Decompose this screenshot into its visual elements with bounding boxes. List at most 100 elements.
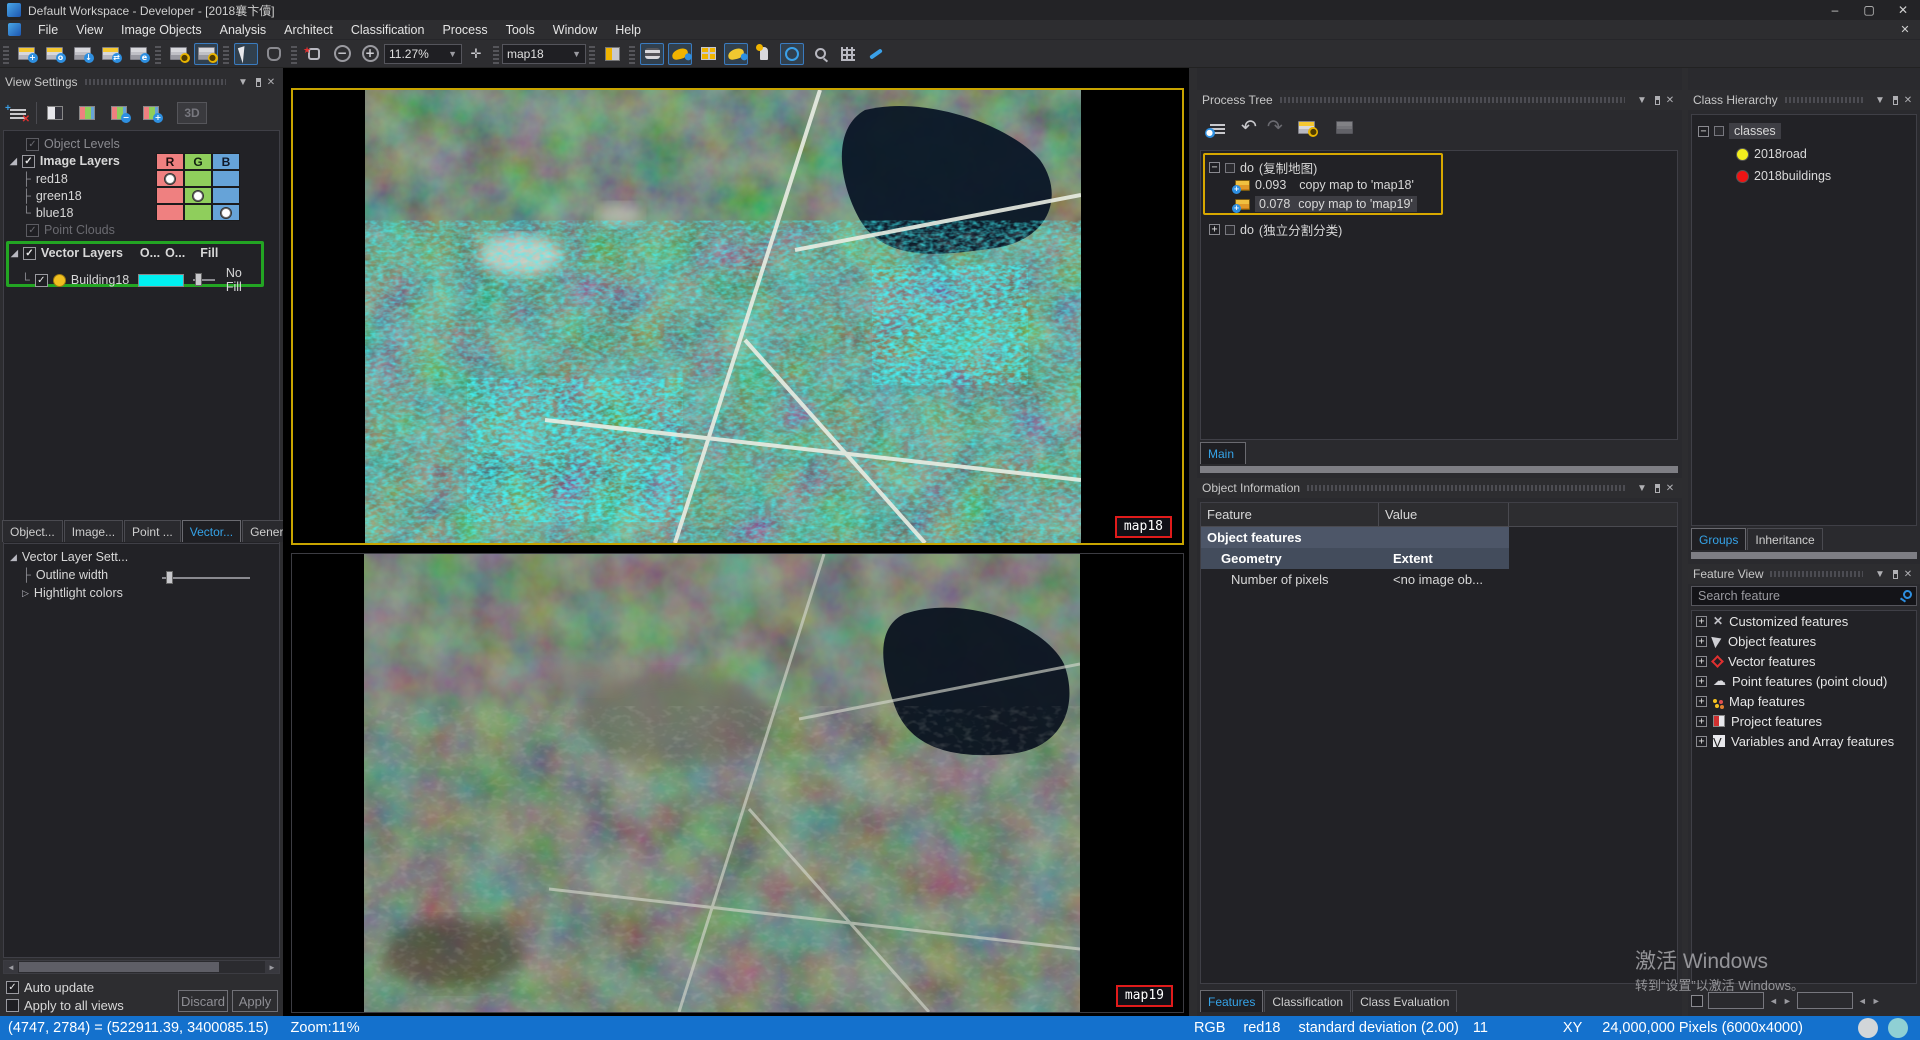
close-button[interactable]: ✕ [1886, 3, 1920, 17]
split-window-icon[interactable] [696, 43, 720, 65]
collapse-icon[interactable]: − [1209, 162, 1220, 173]
column-header-feature[interactable]: Feature [1201, 503, 1379, 526]
zoom-level-combo[interactable]: 11.27%▼ [384, 44, 462, 64]
slider-handle[interactable] [166, 571, 173, 584]
feature-object[interactable]: + Object features [1692, 631, 1916, 651]
feature-project[interactable]: + Project features [1692, 711, 1916, 731]
redo-icon[interactable]: ↷ [1267, 116, 1283, 139]
menu-window[interactable]: Window [544, 20, 606, 40]
chevron-down-icon[interactable]: ▼ [1873, 95, 1887, 106]
collapse-icon[interactable]: − [1698, 126, 1709, 137]
class-row-2018road[interactable]: 2018road [1736, 147, 1807, 161]
pin-icon[interactable] [1893, 570, 1898, 579]
expand-icon[interactable]: + [1696, 636, 1707, 647]
maximize-button[interactable]: ▢ [1852, 3, 1886, 17]
slider-handle[interactable] [195, 273, 202, 286]
class-scroll-strip[interactable] [1691, 552, 1917, 559]
spin-left-icon[interactable]: ◄ [1858, 996, 1867, 1006]
expander-icon[interactable]: ◢ [10, 552, 17, 563]
blue18-g-cell[interactable] [184, 204, 212, 221]
delete-process-icon[interactable] [1333, 117, 1357, 139]
tree-layer-red18[interactable]: ├red18 [22, 172, 68, 186]
map18-view[interactable]: map18 [291, 88, 1184, 545]
process-checkbox[interactable] [1225, 163, 1235, 173]
zoom-lock-icon[interactable]: ★ [302, 43, 326, 65]
view-layer-gray-icon[interactable] [43, 102, 67, 124]
feature-point-cloud[interactable]: + ☁ Point features (point cloud) [1692, 671, 1916, 691]
export-results-icon[interactable]: e [126, 43, 150, 65]
menu-classification[interactable]: Classification [342, 20, 434, 40]
search-icon[interactable] [1903, 590, 1912, 599]
panel-horizontal-scrollbar[interactable]: ◄ ► [3, 960, 280, 974]
tree-layer-green18[interactable]: ├green18 [22, 189, 82, 203]
close-icon[interactable]: ✕ [1901, 95, 1915, 106]
tab-main[interactable]: Main [1200, 442, 1246, 464]
map19-view[interactable]: map19 [291, 553, 1184, 1013]
process-row-copy-map19[interactable]: 0.078copy map to 'map19' [1235, 196, 1417, 212]
classification-view-icon[interactable] [724, 43, 748, 65]
checkbox-auto-update[interactable]: ✓ [6, 981, 19, 994]
green18-r-cell[interactable] [156, 187, 184, 204]
expander-icon[interactable]: ◢ [11, 248, 18, 259]
expand-icon[interactable]: + [1696, 676, 1707, 687]
tree-building18[interactable]: └ ✓ Building18 No Fill [21, 266, 261, 294]
feature-min-input[interactable] [1708, 992, 1764, 1009]
checkbox-apply-all[interactable] [6, 999, 19, 1012]
pan-hand-icon[interactable] [262, 43, 286, 65]
close-icon[interactable]: ✕ [1901, 569, 1915, 580]
pin-icon[interactable] [1893, 96, 1898, 105]
tab-vector[interactable]: Vector... [182, 520, 241, 542]
chevron-down-icon[interactable]: ▼ [236, 77, 250, 88]
load-image-icon[interactable]: ● [166, 43, 190, 65]
tree-image-layers[interactable]: ◢ ✓ Image Layers [10, 154, 120, 168]
scroll-right-icon[interactable]: ► [265, 961, 279, 973]
process-row-copy-map18[interactable]: 0.093 copy map to 'map18' [1235, 178, 1414, 192]
tree-highlight-colors[interactable]: ▷ Hightlight colors [22, 586, 123, 600]
apply-button[interactable]: Apply [232, 990, 278, 1012]
number-of-pixels-row[interactable]: Number of pixels <no image ob... [1201, 569, 1677, 590]
expand-icon[interactable]: + [1696, 696, 1707, 707]
classes-root-row[interactable]: − classes [1698, 123, 1781, 139]
auto-update-option[interactable]: ✓ Auto update [6, 980, 94, 995]
tab-inheritance[interactable]: Inheritance [1747, 528, 1822, 550]
spin-right-icon[interactable]: ► [1872, 996, 1881, 1006]
expand-icon[interactable]: + [1696, 736, 1707, 747]
select-cursor-icon[interactable] [234, 43, 258, 65]
close-icon[interactable]: ✕ [1663, 483, 1677, 494]
red18-b-cell[interactable] [212, 170, 240, 187]
grid-view-icon[interactable] [836, 43, 860, 65]
tab-class-evaluation[interactable]: Class Evaluation [1352, 990, 1457, 1012]
process-row-do-segment[interactable]: + do (独立分割分类) [1209, 220, 1342, 239]
vertical-splitter[interactable] [1189, 68, 1197, 1016]
menu-analysis[interactable]: Analysis [211, 20, 276, 40]
feature-map[interactable]: + Map features [1692, 691, 1916, 711]
red18-r-cell[interactable] [156, 170, 184, 187]
execute-process-icon[interactable]: ● [1295, 117, 1319, 139]
scroll-left-icon[interactable]: ◄ [4, 961, 18, 973]
import-scene-icon[interactable]: ⇄ [98, 43, 122, 65]
discard-button[interactable]: Discard [178, 990, 228, 1012]
feature-range-checkbox[interactable] [1691, 995, 1703, 1007]
add-layer-view-icon[interactable]: + [139, 102, 163, 124]
open-workspace-icon[interactable]: o [42, 43, 66, 65]
outline-width-mini-slider[interactable] [193, 279, 215, 281]
apply-all-views-option[interactable]: Apply to all views [6, 998, 124, 1013]
chevron-down-icon[interactable]: ▼ [1873, 569, 1887, 580]
feature-variables[interactable]: + V Variables and Array features [1692, 731, 1916, 751]
red18-g-cell[interactable] [184, 170, 212, 187]
tree-outline-width[interactable]: ├ Outline width [22, 568, 108, 582]
menu-tools[interactable]: Tools [497, 20, 544, 40]
menu-process[interactable]: Process [433, 20, 496, 40]
pin-icon[interactable] [256, 78, 261, 87]
pixel-object-view-icon[interactable] [668, 43, 692, 65]
zoom-fit-icon[interactable]: ✛ [464, 43, 488, 65]
spin-right-icon[interactable]: ► [1783, 996, 1792, 1006]
expand-icon[interactable]: + [1209, 224, 1220, 235]
edit-view-settings-icon[interactable]: +✕ [6, 102, 30, 124]
expand-icon[interactable]: + [1696, 716, 1707, 727]
checkbox-object-levels[interactable]: ✓ [26, 138, 39, 151]
pin-icon[interactable] [1655, 484, 1660, 493]
pin-icon[interactable] [1655, 96, 1660, 105]
process-tree-lock-icon[interactable]: ● [1205, 117, 1229, 139]
expander-collapsed-icon[interactable]: ▷ [22, 588, 29, 599]
